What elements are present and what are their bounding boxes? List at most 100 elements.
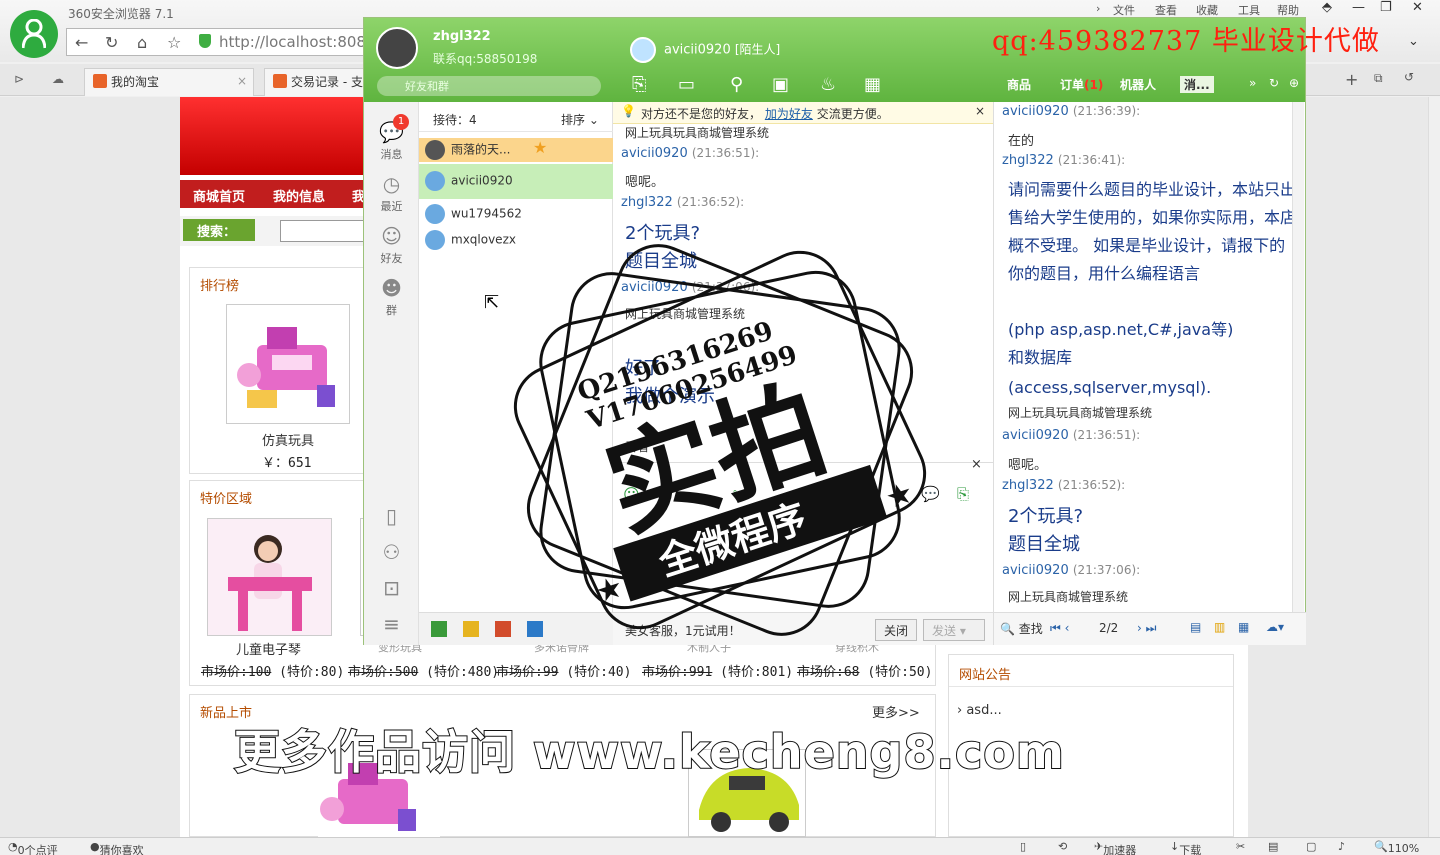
- add-tab-icon[interactable]: ⊕: [1289, 76, 1299, 90]
- sound-icon[interactable]: ♪: [1338, 840, 1345, 853]
- sort-button[interactable]: 排序 ⌄: [561, 111, 599, 128]
- history-icon[interactable]: ⎘: [957, 485, 969, 503]
- nav-friends[interactable]: ☺ 好友: [364, 224, 419, 266]
- special-prices-3: 市场价:99 (特价:40): [496, 665, 632, 680]
- hist-1-text: 在的: [1008, 134, 1035, 149]
- bottom-watermark-text: 更多作品访问 www.kecheng8.com: [233, 724, 1065, 780]
- view-icon-2[interactable]: ▥: [1214, 620, 1225, 634]
- back-icon[interactable]: ←: [75, 33, 88, 52]
- special-title: 特价区域: [200, 492, 253, 507]
- note-icon[interactable]: ▤: [1268, 840, 1278, 853]
- tab-transactions[interactable]: 交易记录 - 支: [264, 68, 364, 96]
- menu-help[interactable]: 帮助: [1277, 2, 1299, 18]
- menu-view[interactable]: 查看: [1155, 2, 1177, 18]
- peer-avatar: [630, 37, 656, 63]
- msg-partial: 网上玩具玩具商城管理系统: [625, 126, 770, 140]
- app-icon-2[interactable]: [463, 621, 479, 637]
- zoom-status[interactable]: 🔍 110%: [1374, 840, 1419, 855]
- new-tab-icon[interactable]: +: [1345, 70, 1358, 89]
- address-bar[interactable]: ← ↻ ⌂ ☆ http://localhost:808: [66, 28, 366, 56]
- last-page-icon[interactable]: › ⏭: [1137, 621, 1156, 636]
- share-icon[interactable]: ⟲: [1058, 840, 1067, 853]
- clock-icon: ◷: [382, 172, 401, 196]
- nav-messages[interactable]: 💬 消息 1: [364, 114, 419, 162]
- first-page-icon[interactable]: ⏮ ‹: [1050, 621, 1069, 636]
- ad-banner-text: qq:459382737 毕业设计代做: [992, 26, 1380, 57]
- nav-groups[interactable]: ☻ 群: [364, 276, 419, 318]
- user-contact: 联系qq:58850198: [433, 52, 538, 66]
- app-icon-1[interactable]: [431, 621, 447, 637]
- special-item-name[interactable]: 儿童电子琴: [236, 639, 301, 658]
- friend-search-input[interactable]: 好友和群: [377, 76, 601, 96]
- download-status[interactable]: ↓ 下载: [1170, 840, 1201, 855]
- user-avatar[interactable]: [376, 27, 418, 69]
- tab-close-icon[interactable]: ×: [237, 74, 247, 88]
- menu-file[interactable]: 文件: [1113, 2, 1135, 18]
- history-scrollbar[interactable]: [1292, 102, 1304, 612]
- cut-tool-icon[interactable]: ✂: [1236, 840, 1245, 853]
- minimize-icon[interactable]: —: [1352, 0, 1365, 15]
- message-badge: 1: [393, 114, 409, 130]
- find-button[interactable]: 🔍 查找: [1000, 620, 1043, 637]
- msg-2-sender: zhgl322 (21:36:52):: [621, 195, 745, 210]
- window-icon[interactable]: ▢: [1306, 840, 1316, 853]
- menu-tools[interactable]: 工具: [1238, 2, 1260, 18]
- notice-close-icon[interactable]: ×: [975, 104, 985, 118]
- hist-4-line1: 2个玩具?: [1008, 506, 1084, 527]
- product-image-toy[interactable]: [226, 304, 350, 424]
- phone-icon[interactable]: ▯: [364, 504, 419, 530]
- star-icon[interactable]: ☆: [167, 33, 181, 52]
- skin-icon[interactable]: ⬘: [1322, 0, 1332, 15]
- contact-item-3[interactable]: wu1794562: [419, 202, 613, 226]
- file-transfer-icon[interactable]: ⎘: [632, 74, 646, 95]
- maximize-icon[interactable]: ❐: [1380, 0, 1392, 15]
- screen-share-icon[interactable]: ▣: [772, 74, 789, 95]
- watermark-stamp: Q2196316269 V17060256499 实拍 全微程序 ★ ★: [513, 244, 927, 636]
- restore-tab-icon[interactable]: ⧉: [1374, 71, 1383, 86]
- contact-avatar: [425, 230, 445, 250]
- nav-my-info[interactable]: 我的信息: [273, 186, 325, 205]
- refresh-tabs-icon[interactable]: ↻: [1269, 76, 1279, 90]
- video-call-icon[interactable]: ▭: [678, 74, 695, 95]
- tab-goods[interactable]: 商品: [1007, 76, 1031, 93]
- more-tabs-icon[interactable]: »: [1249, 76, 1256, 90]
- sidebar-toggle-icon[interactable]: ⊳: [14, 72, 24, 86]
- contact-item-1[interactable]: 雨落的天... ★: [419, 138, 613, 162]
- close-window-icon[interactable]: ✕: [1412, 0, 1423, 15]
- add-friend-link[interactable]: 加为好友: [765, 107, 813, 121]
- page-scrollbar[interactable]: [1428, 97, 1440, 837]
- menu-favorites[interactable]: 收藏: [1196, 2, 1218, 18]
- tab-orders[interactable]: 订单(1): [1060, 76, 1103, 93]
- cloud-history-icon[interactable]: ☁▾: [1266, 620, 1284, 634]
- search-input[interactable]: [280, 220, 370, 242]
- product-image-keyboard[interactable]: [207, 518, 332, 636]
- contact-search-icon[interactable]: ⚇: [364, 540, 419, 566]
- tab-robot[interactable]: 机器人: [1120, 76, 1156, 93]
- service-icon[interactable]: ⊡: [364, 576, 419, 602]
- bulb-icon: 💡: [621, 104, 636, 118]
- main-menu-icon[interactable]: ≡: [364, 612, 419, 638]
- mobile-icon[interactable]: ▯: [1020, 840, 1026, 853]
- nav-recent[interactable]: ◷ 最近: [364, 172, 419, 214]
- contact-item-2[interactable]: avicii0920: [419, 164, 613, 199]
- app-menu-icon[interactable]: ▦: [864, 74, 881, 95]
- url-text[interactable]: http://localhost:808: [219, 33, 366, 51]
- tab-messages[interactable]: 消...: [1180, 76, 1214, 93]
- guess-status[interactable]: ● 猜你喜欢: [90, 840, 144, 855]
- cloud-icon[interactable]: ☁: [52, 72, 64, 86]
- add-friend-icon[interactable]: ⚲: [730, 74, 743, 95]
- dropdown-icon[interactable]: ⌄: [1408, 34, 1419, 49]
- input-bar-close-icon[interactable]: ×: [971, 457, 982, 472]
- ranking-item-name[interactable]: 仿真玩具: [262, 430, 314, 449]
- undo-close-icon[interactable]: ↺: [1404, 70, 1414, 84]
- home-icon[interactable]: ⌂: [137, 33, 147, 52]
- refresh-icon[interactable]: ↻: [105, 33, 118, 52]
- view-icon-3[interactable]: ▦: [1238, 620, 1249, 634]
- view-icon-1[interactable]: ▤: [1190, 620, 1201, 634]
- alert-icon[interactable]: ♨: [820, 74, 836, 95]
- accelerator-status[interactable]: ✈ 加速器: [1094, 840, 1136, 855]
- tab-taobao[interactable]: 我的淘宝 ×: [84, 68, 254, 96]
- reviews-status[interactable]: ◔ 0个点评: [8, 840, 58, 855]
- chat-history-panel: avicii0920 (21:36:39): 在的 zhgl322 (21:36…: [993, 102, 1306, 645]
- nav-home[interactable]: 商城首页: [193, 186, 245, 205]
